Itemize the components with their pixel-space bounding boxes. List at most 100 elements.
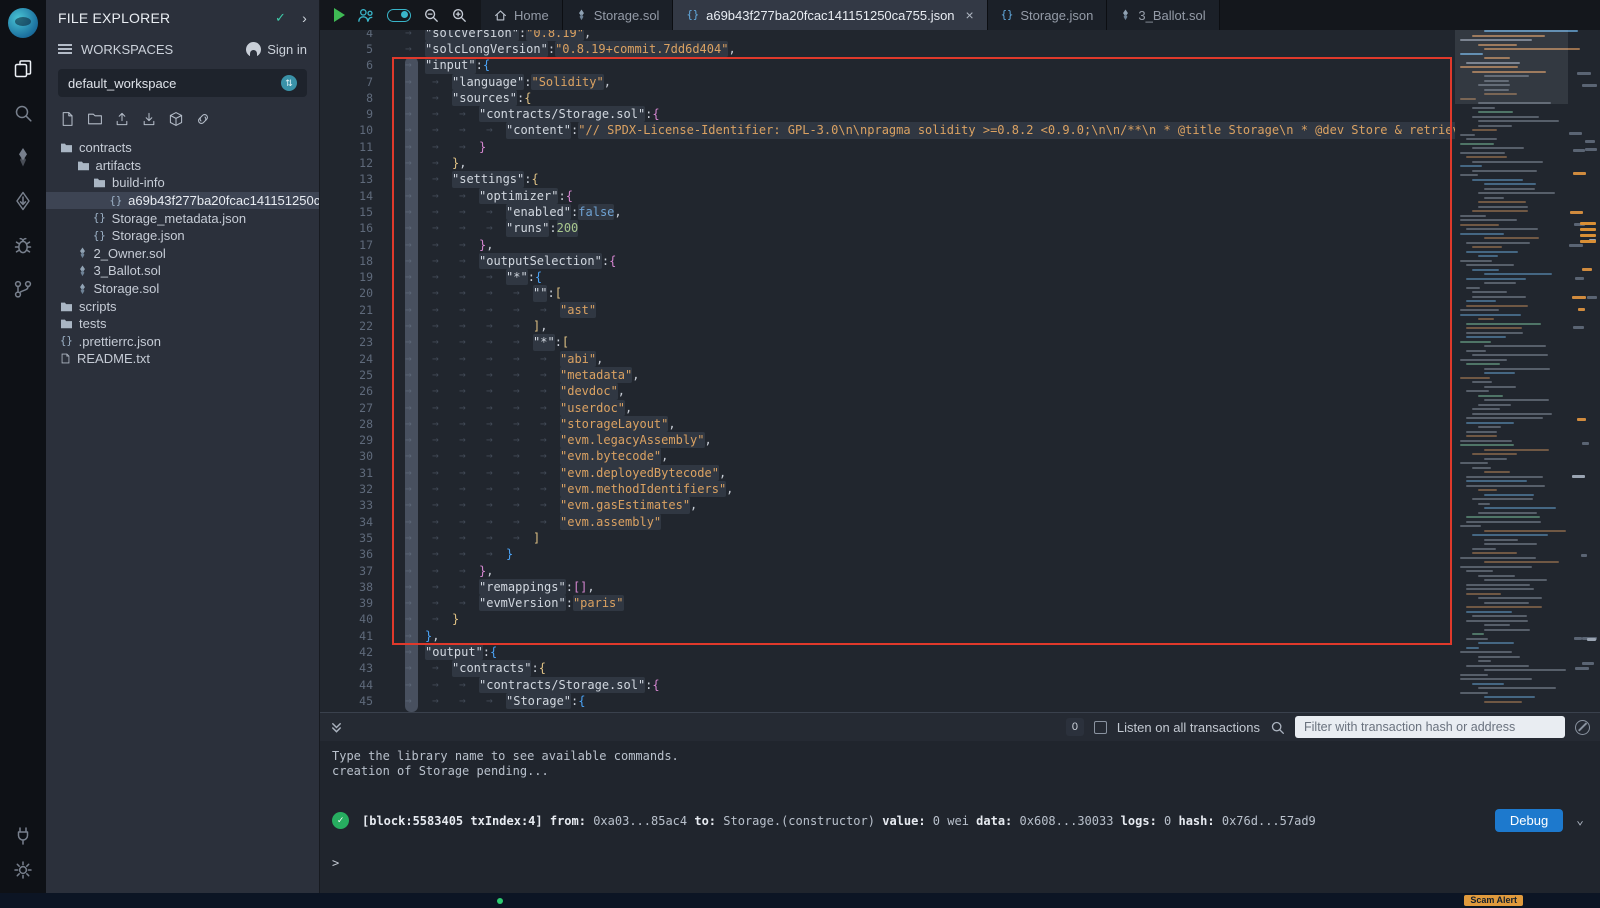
json-file-icon: {} <box>110 195 123 207</box>
json-file-icon: {} <box>93 212 106 224</box>
tree-item-readme-txt[interactable]: README.txt <box>46 350 319 368</box>
code-line-43: 43→→"contracts": { <box>320 660 1455 676</box>
plugin-manager-icon[interactable] <box>12 825 34 847</box>
minimap[interactable] <box>1455 30 1600 712</box>
main-area: Home Storage.sol {}a69b43f277ba20fcac14115… <box>320 0 1600 893</box>
workspaces-menu-icon[interactable] <box>58 41 72 56</box>
tree-item-label: Storage_metadata.json <box>112 211 246 226</box>
code-line-35: 35→→→→→] <box>320 530 1455 546</box>
sign-in-button[interactable]: Sign in <box>267 42 307 57</box>
code-line-34: 34→→→→→→"evm.assembly" <box>320 514 1455 530</box>
json-file-icon: {} <box>686 9 699 21</box>
tab-label: Home <box>514 8 549 23</box>
file-explorer-icon[interactable] <box>12 58 34 80</box>
workspace-menu-icon[interactable]: ⇅ <box>281 75 297 91</box>
zoom-out-icon[interactable] <box>423 7 439 23</box>
deploy-run-icon[interactable] <box>12 190 34 212</box>
check-icon: ✓ <box>275 10 286 26</box>
tab-a69b43f277ba20fcac141151250ca755-json[interactable]: {}a69b43f277ba20fcac141151250ca755.json× <box>673 0 987 30</box>
workspace-select[interactable]: default_workspace ⇅ <box>58 69 307 97</box>
expand-terminal-icon[interactable] <box>330 721 343 734</box>
tree-item-scripts[interactable]: scripts <box>46 297 319 315</box>
settings-gear-icon[interactable] <box>12 859 34 881</box>
solidity-compiler-icon[interactable] <box>12 146 34 168</box>
tx-count-badge[interactable]: 0 <box>1066 718 1084 736</box>
tree-item-storage-sol[interactable]: Storage.sol <box>46 280 319 298</box>
tx-expand-icon[interactable]: ⌄ <box>1576 813 1584 828</box>
tx-filter-input[interactable] <box>1295 716 1565 738</box>
tree-item-a69b43f277ba20fcac141151250ca7-[interactable]: {}a69b43f277ba20fcac141151250ca7... <box>46 192 319 210</box>
panel-title: FILE EXPLORER <box>58 10 170 26</box>
run-script-button[interactable] <box>334 8 345 22</box>
upload-folder-icon[interactable] <box>141 111 157 127</box>
tree-item--prettierrc-json[interactable]: {}.prettierrc.json <box>46 333 319 351</box>
transaction-row[interactable]: ✓ [block:5583405 txIndex:4] from: 0xa03.… <box>332 809 1588 832</box>
remix-logo[interactable] <box>8 8 38 38</box>
code-line-28: 28→→→→→→"storageLayout", <box>320 416 1455 432</box>
folder-icon <box>60 142 73 153</box>
code-line-41: 41→}, <box>320 628 1455 644</box>
file-tree: contractsartifactsbuild-info{}a69b43f277… <box>46 139 319 368</box>
tab-3-ballot-sol[interactable]: 3_Ballot.sol <box>1107 0 1219 30</box>
debug-button[interactable]: Debug <box>1495 809 1563 832</box>
listen-label: Listen on all transactions <box>1117 720 1260 735</box>
tree-item-build-info[interactable]: build-info <box>46 174 319 192</box>
minimap-viewport[interactable] <box>1455 30 1568 104</box>
tab-storage-json[interactable]: {}Storage.json <box>988 0 1108 30</box>
copilot-icon[interactable] <box>357 7 375 23</box>
tab-home[interactable]: Home <box>481 0 563 30</box>
tree-item-label: artifacts <box>96 158 142 173</box>
file-icon <box>60 352 71 365</box>
tree-item-label: 3_Ballot.sol <box>94 263 161 278</box>
tree-item-label: Storage.json <box>112 228 185 243</box>
code-line-39: 39→→→"evmVersion": "paris" <box>320 595 1455 611</box>
tree-item-contracts[interactable]: contracts <box>46 139 319 157</box>
folder-icon <box>60 301 73 312</box>
tx-success-icon: ✓ <box>332 812 349 829</box>
clear-console-icon[interactable] <box>1575 720 1590 735</box>
editor-topbar: Home Storage.sol {}a69b43f277ba20fcac14115… <box>320 0 1600 30</box>
chevron-right-icon[interactable]: › <box>302 10 307 26</box>
upload-file-icon[interactable] <box>114 111 130 127</box>
code-line-14: 14→→→"optimizer": { <box>320 188 1455 204</box>
tree-item-storage-metadata-json[interactable]: {} Storage_metadata.json <box>46 209 319 227</box>
terminal-body[interactable]: Type the library name to see available c… <box>320 741 1600 870</box>
solidity-file-icon <box>77 282 88 296</box>
tree-item-3-ballot-sol[interactable]: 3_Ballot.sol <box>46 262 319 280</box>
solidity-file-icon <box>1120 8 1131 22</box>
workspaces-label: WORKSPACES <box>81 42 173 57</box>
folder-icon <box>77 160 90 171</box>
solidity-file-icon <box>77 246 88 260</box>
ipfs-cube-icon[interactable] <box>168 111 184 127</box>
code-line-36: 36→→→→} <box>320 546 1455 562</box>
code-line-8: 8→→"sources": { <box>320 90 1455 106</box>
tab-storage-sol[interactable]: Storage.sol <box>563 0 674 30</box>
tree-item-artifacts[interactable]: artifacts <box>46 157 319 175</box>
debugger-icon[interactable] <box>12 234 34 256</box>
code-line-33: 33→→→→→→"evm.gasEstimates", <box>320 497 1455 513</box>
scam-alert-badge[interactable]: Scam Alert <box>1464 895 1523 906</box>
code-line-20: 20→→→→→"": [ <box>320 285 1455 301</box>
code-line-38: 38→→→"remappings": [], <box>320 579 1455 595</box>
search-icon[interactable] <box>12 102 34 124</box>
new-folder-icon[interactable] <box>87 111 103 127</box>
tree-item-2-owner-sol[interactable]: 2_Owner.sol <box>46 245 319 263</box>
tree-item-tests[interactable]: tests <box>46 315 319 333</box>
copilot-toggle[interactable] <box>387 9 411 22</box>
terminal-message: Type the library name to see available c… <box>332 749 1588 764</box>
tree-item-storage-json[interactable]: {}Storage.json <box>46 227 319 245</box>
listen-checkbox[interactable] <box>1094 721 1107 734</box>
link-icon[interactable] <box>195 111 211 127</box>
code-line-30: 30→→→→→→"evm.bytecode", <box>320 448 1455 464</box>
git-icon[interactable] <box>12 278 34 300</box>
close-tab-icon[interactable]: × <box>966 7 974 23</box>
terminal-search-icon[interactable] <box>1270 720 1285 735</box>
tab-label: Storage.sol <box>594 8 660 23</box>
code-line-29: 29→→→→→→"evm.legacyAssembly", <box>320 432 1455 448</box>
file-explorer-panel: FILE EXPLORER ✓ › WORKSPACES Sign in def… <box>46 0 320 893</box>
new-file-icon[interactable] <box>60 111 76 127</box>
code-editor[interactable]: 4→"solcVersion": "0.8.19",5→"solcLongVer… <box>320 30 1600 712</box>
terminal-prompt[interactable]: > <box>332 856 1588 870</box>
code-line-13: 13→→"settings": { <box>320 171 1455 187</box>
zoom-in-icon[interactable] <box>451 7 467 23</box>
